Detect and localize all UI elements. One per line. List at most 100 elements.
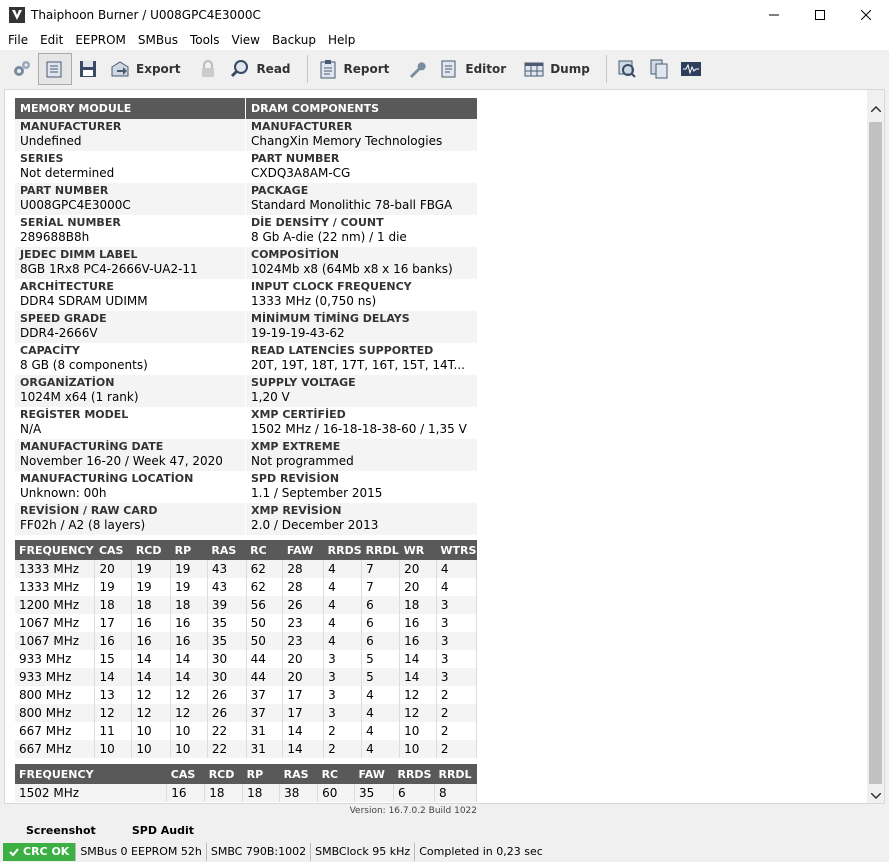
table-row: 933 MHz 15 14 14 30 44 20 3 5 14 3 [15,650,478,668]
field-value: U008GPC4E3000C [20,198,131,212]
info-row: PART NUMBER U008GPC4E3000C PACKAGE Standard… [15,183,477,215]
table-cell: 14 [170,668,208,686]
table-cell: 3 [323,650,363,668]
module-field: ARCHİTECTURE DDR4 SDRAM UDIMM [15,279,246,311]
scroll-down-button[interactable] [867,787,884,804]
table-row: 667 MHz 10 10 10 22 31 14 2 4 10 2 [15,740,478,758]
menu-smbus[interactable]: SMBus [132,33,184,47]
table-cell: 4 [323,632,363,650]
field-label: REVİSİON / RAW CARD [20,504,158,517]
dram-field: SUPPLY VOLTAGE 1,20 V [246,375,477,407]
menu-backup[interactable]: Backup [266,33,322,47]
tab-spd-audit[interactable]: SPD Audit [114,821,212,840]
settings-button[interactable] [6,53,38,85]
module-field: CAPACİTY 8 GB (8 components) [15,343,246,375]
table-cell: 62 [246,560,284,578]
vertical-scrollbar[interactable] [867,90,884,803]
close-button[interactable] [843,0,889,30]
close-icon [861,10,871,20]
menu-help[interactable]: Help [322,33,361,47]
field-value: ChangXin Memory Technologies [251,134,443,148]
table-cell: 16 [131,632,172,650]
menu-edit[interactable]: Edit [34,33,69,47]
info-row: REVİSİON / RAW CARD FF02h / A2 (8 layers)… [15,503,477,535]
table-cell: 19 [131,578,172,596]
scrollbar-thumb[interactable] [869,122,882,784]
timings-header-row: FREQUENCY CAS RCD RP RAS RC FAW RRDS RRDL WR WTRS [15,540,477,560]
table-cell: 15 [94,650,133,668]
smbus-status: SMBus 0 EEPROM 52h [76,843,207,861]
table-cell: 2 [436,704,478,722]
table-cell: 5 [361,668,401,686]
table-cell: 6 [361,596,401,614]
column-header: RRDL [361,540,400,560]
field-value: 1502 MHz / 16-18-18-38-60 / 1,35 V [251,422,467,436]
folder-icon [43,57,67,81]
field-label: SPEED GRADE [20,312,107,325]
field-value: DDR4 SDRAM UDIMM [20,294,148,308]
compare-button[interactable] [643,53,675,85]
field-value: Not determined [20,166,115,180]
scroll-up-button[interactable] [867,100,884,117]
table-cell: 933 MHz [15,650,96,668]
editor-button[interactable]: Editor [433,53,518,85]
menu-tools[interactable]: Tools [184,33,226,47]
table-row: 1067 MHz 16 16 16 35 50 23 4 6 16 3 [15,632,478,650]
module-field: REVİSİON / RAW CARD FF02h / A2 (8 layers) [15,503,246,535]
table-cell: 28 [282,560,325,578]
table-cell: 37 [246,686,284,704]
menu-file[interactable]: File [2,33,34,47]
table-cell: 3 [436,596,478,614]
table-cell: 16 [170,614,208,632]
table-cell: 19 [94,578,133,596]
table-cell: 8 [434,784,478,802]
field-value: 1024Mb x8 (64Mb x8 x 16 banks) [251,262,453,276]
minimize-button[interactable] [751,0,797,30]
grid-table-icon [522,57,546,81]
table-cell: 60 [317,784,356,802]
table-cell: 44 [246,668,284,686]
table-cell: 35 [207,632,247,650]
tools-button[interactable] [401,53,433,85]
dump-button[interactable]: Dump [518,53,602,85]
read-button[interactable]: Read [224,53,302,85]
table-cell: 1333 MHz [15,578,96,596]
info-row: ARCHİTECTURE DDR4 SDRAM UDIMM INPUT CLOCK … [15,279,477,311]
maximize-icon [815,10,825,20]
info-row: REGİSTER MODEL N/A XMP CERTİFİED 1502 MHz /… [15,407,477,439]
field-label: XMP EXTREME [251,440,341,453]
toolbar-separator [605,55,607,83]
monitor-button[interactable] [675,53,707,85]
maximize-button[interactable] [797,0,843,30]
table-cell: 3 [323,704,363,722]
xmp-body: 1502 MHz 16 18 18 38 60 35 6 8 [15,784,478,802]
table-cell: 26 [207,686,247,704]
module-field: MANUFACTURİNG DATE November 16-20 / Week … [15,439,246,471]
save-button[interactable] [72,53,104,85]
module-field: MANUFACTURİNG LOCATİON Unknown: 00h [15,471,246,503]
lock-button[interactable] [192,53,224,85]
clipboard-icon [316,57,340,81]
table-cell: 26 [282,596,325,614]
field-label: PART NUMBER [251,152,340,165]
info-row: MANUFACTURİNG LOCATİON Unknown: 00h SPD RE… [15,471,477,503]
tab-screenshot[interactable]: Screenshot [8,821,114,840]
table-cell: 800 MHz [15,686,96,704]
report-button[interactable]: Report [312,53,402,85]
table-cell: 18 [94,596,133,614]
chevron-up-icon [870,105,881,112]
field-label: PART NUMBER [20,184,109,197]
open-button[interactable] [38,53,72,85]
menu-view[interactable]: View [226,33,266,47]
table-cell: 50 [246,632,284,650]
table-cell: 3 [323,668,363,686]
inspect-button[interactable] [611,53,643,85]
table-cell: 4 [436,578,478,596]
table-cell: 13 [94,686,133,704]
menu-eeprom[interactable]: EEPROM [69,33,132,47]
field-value: Unknown: 00h [20,486,107,500]
export-button[interactable]: Export [104,53,192,85]
table-cell: 3 [436,668,478,686]
table-cell: 4 [323,560,363,578]
spd-report: MEMORY MODULE DRAM COMPONENTS MANUFACTUR… [15,98,478,816]
